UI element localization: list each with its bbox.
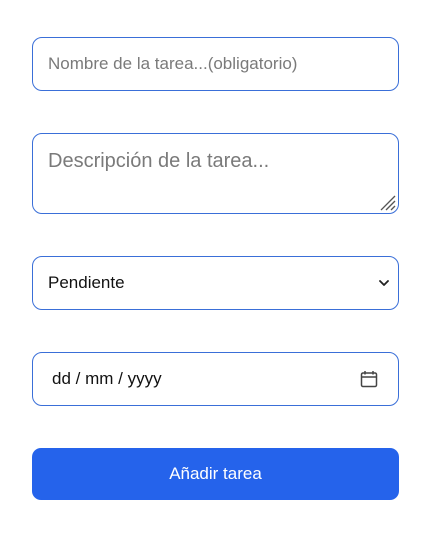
task-name-input[interactable]: Nombre de la tarea...(obligatorio)	[32, 37, 399, 91]
task-name-placeholder: Nombre de la tarea...(obligatorio)	[48, 54, 298, 73]
status-select[interactable]: Pendiente	[32, 256, 399, 310]
due-date-input[interactable]: dd / mm / yyyy	[32, 352, 399, 406]
task-form: Nombre de la tarea...(obligatorio) Descr…	[32, 37, 399, 500]
task-description-textarea[interactable]: Descripción de la tarea...	[32, 133, 399, 214]
resize-handle-icon[interactable]	[378, 193, 396, 211]
add-task-button[interactable]: Añadir tarea	[32, 448, 399, 500]
task-description-placeholder: Descripción de la tarea...	[48, 150, 270, 172]
due-date-placeholder: dd / mm / yyyy	[52, 369, 162, 388]
chevron-down-icon	[378, 277, 390, 289]
page: Nombre de la tarea...(obligatorio) Descr…	[0, 0, 439, 539]
calendar-icon[interactable]	[360, 370, 378, 388]
status-select-value: Pendiente	[48, 273, 125, 292]
add-task-button-label: Añadir tarea	[169, 464, 262, 483]
